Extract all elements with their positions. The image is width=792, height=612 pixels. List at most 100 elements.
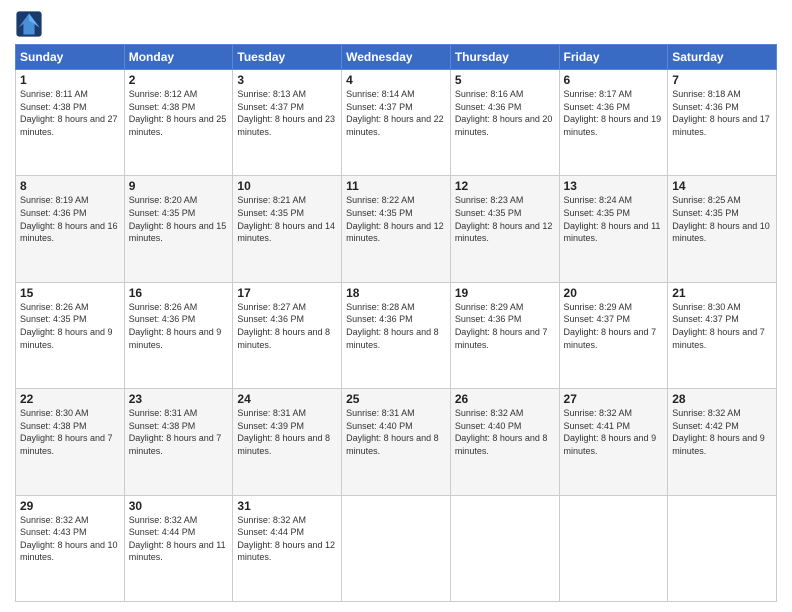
weekday-header-sunday: Sunday: [16, 45, 125, 70]
day-cell-14: 14Sunrise: 8:25 AMSunset: 4:35 PMDayligh…: [668, 176, 777, 282]
day-info: Sunrise: 8:28 AMSunset: 4:36 PMDaylight:…: [346, 302, 439, 350]
calendar: SundayMondayTuesdayWednesdayThursdayFrid…: [15, 44, 777, 602]
empty-cell: [342, 495, 451, 601]
day-info: Sunrise: 8:26 AMSunset: 4:36 PMDaylight:…: [129, 302, 222, 350]
day-cell-26: 26Sunrise: 8:32 AMSunset: 4:40 PMDayligh…: [450, 389, 559, 495]
weekday-header-tuesday: Tuesday: [233, 45, 342, 70]
day-number: 12: [455, 179, 555, 193]
weekday-header-thursday: Thursday: [450, 45, 559, 70]
weekday-header-friday: Friday: [559, 45, 668, 70]
day-info: Sunrise: 8:18 AMSunset: 4:36 PMDaylight:…: [672, 89, 770, 137]
day-cell-22: 22 Sunrise: 8:30 AMSunset: 4:38 PMDayligh…: [16, 389, 125, 495]
day-info: Sunrise: 8:30 AMSunset: 4:37 PMDaylight:…: [672, 302, 765, 350]
day-cell-10: 10 Sunrise: 8:21 AMSunset: 4:35 PMDayligh…: [233, 176, 342, 282]
day-cell-30: 30 Sunrise: 8:32 AMSunset: 4:44 PMDayligh…: [124, 495, 233, 601]
day-info: Sunrise: 8:31 AMSunset: 4:40 PMDaylight:…: [346, 408, 439, 456]
day-info: Sunrise: 8:20 AMSunset: 4:35 PMDaylight:…: [129, 195, 227, 243]
weekday-header-saturday: Saturday: [668, 45, 777, 70]
day-cell-1: 1 Sunrise: 8:11 AMSunset: 4:38 PMDaylight…: [16, 70, 125, 176]
empty-cell: [450, 495, 559, 601]
day-number: 13: [564, 179, 664, 193]
day-info: Sunrise: 8:21 AMSunset: 4:35 PMDaylight:…: [237, 195, 335, 243]
day-number: 19: [455, 286, 555, 300]
day-info: Sunrise: 8:30 AMSunset: 4:38 PMDaylight:…: [20, 408, 113, 456]
day-cell-13: 13 Sunrise: 8:24 AMSunset: 4:35 PMDayligh…: [559, 176, 668, 282]
day-cell-20: 20 Sunrise: 8:29 AMSunset: 4:37 PMDayligh…: [559, 282, 668, 388]
day-info: Sunrise: 8:14 AMSunset: 4:37 PMDaylight:…: [346, 89, 444, 137]
day-number: 23: [129, 392, 229, 406]
day-number: 5: [455, 73, 555, 87]
day-info: Sunrise: 8:31 AMSunset: 4:38 PMDaylight:…: [129, 408, 222, 456]
day-number: 27: [564, 392, 664, 406]
day-cell-25: 25 Sunrise: 8:31 AMSunset: 4:40 PMDayligh…: [342, 389, 451, 495]
day-info: Sunrise: 8:12 AMSunset: 4:38 PMDaylight:…: [129, 89, 227, 137]
day-cell-5: 5 Sunrise: 8:16 AMSunset: 4:36 PMDaylight…: [450, 70, 559, 176]
day-cell-15: 15Sunrise: 8:26 AMSunset: 4:35 PMDayligh…: [16, 282, 125, 388]
day-info: Sunrise: 8:29 AMSunset: 4:37 PMDaylight:…: [564, 302, 657, 350]
day-number: 6: [564, 73, 664, 87]
weekday-header-monday: Monday: [124, 45, 233, 70]
day-number: 14: [672, 179, 772, 193]
day-info: Sunrise: 8:19 AMSunset: 4:36 PMDaylight:…: [20, 195, 118, 243]
day-info: Sunrise: 8:17 AMSunset: 4:36 PMDaylight:…: [564, 89, 662, 137]
day-number: 8: [20, 179, 120, 193]
day-cell-3: 3 Sunrise: 8:13 AMSunset: 4:37 PMDaylight…: [233, 70, 342, 176]
day-number: 30: [129, 499, 229, 513]
day-cell-28: 28Sunrise: 8:32 AMSunset: 4:42 PMDayligh…: [668, 389, 777, 495]
weekday-header-wednesday: Wednesday: [342, 45, 451, 70]
day-info: Sunrise: 8:24 AMSunset: 4:35 PMDaylight:…: [564, 195, 661, 243]
day-cell-12: 12Sunrise: 8:23 AMSunset: 4:35 PMDayligh…: [450, 176, 559, 282]
day-number: 1: [20, 73, 120, 87]
empty-cell: [668, 495, 777, 601]
day-number: 26: [455, 392, 555, 406]
day-info: Sunrise: 8:11 AMSunset: 4:38 PMDaylight:…: [20, 89, 118, 137]
day-info: Sunrise: 8:32 AMSunset: 4:41 PMDaylight:…: [564, 408, 657, 456]
logo-icon: [15, 10, 43, 38]
day-number: 3: [237, 73, 337, 87]
day-info: Sunrise: 8:27 AMSunset: 4:36 PMDaylight:…: [237, 302, 330, 350]
day-info: Sunrise: 8:32 AMSunset: 4:44 PMDaylight:…: [237, 515, 335, 563]
page: SundayMondayTuesdayWednesdayThursdayFrid…: [0, 0, 792, 612]
day-number: 18: [346, 286, 446, 300]
day-number: 31: [237, 499, 337, 513]
day-cell-24: 24Sunrise: 8:31 AMSunset: 4:39 PMDayligh…: [233, 389, 342, 495]
day-info: Sunrise: 8:31 AMSunset: 4:39 PMDaylight:…: [237, 408, 330, 456]
day-cell-19: 19 Sunrise: 8:29 AMSunset: 4:36 PMDayligh…: [450, 282, 559, 388]
day-info: Sunrise: 8:29 AMSunset: 4:36 PMDaylight:…: [455, 302, 548, 350]
day-number: 20: [564, 286, 664, 300]
day-info: Sunrise: 8:13 AMSunset: 4:37 PMDaylight:…: [237, 89, 335, 137]
day-cell-9: 9 Sunrise: 8:20 AMSunset: 4:35 PMDaylight…: [124, 176, 233, 282]
day-cell-17: 17 Sunrise: 8:27 AMSunset: 4:36 PMDayligh…: [233, 282, 342, 388]
day-info: Sunrise: 8:16 AMSunset: 4:36 PMDaylight:…: [455, 89, 553, 137]
day-number: 21: [672, 286, 772, 300]
day-info: Sunrise: 8:22 AMSunset: 4:35 PMDaylight:…: [346, 195, 444, 243]
logo-wrapper: [15, 10, 47, 38]
day-number: 22: [20, 392, 120, 406]
day-number: 9: [129, 179, 229, 193]
day-number: 11: [346, 179, 446, 193]
day-info: Sunrise: 8:26 AMSunset: 4:35 PMDaylight:…: [20, 302, 113, 350]
day-number: 28: [672, 392, 772, 406]
day-cell-23: 23 Sunrise: 8:31 AMSunset: 4:38 PMDayligh…: [124, 389, 233, 495]
day-info: Sunrise: 8:32 AMSunset: 4:44 PMDaylight:…: [129, 515, 226, 563]
day-info: Sunrise: 8:32 AMSunset: 4:43 PMDaylight:…: [20, 515, 118, 563]
day-number: 25: [346, 392, 446, 406]
day-number: 17: [237, 286, 337, 300]
day-number: 7: [672, 73, 772, 87]
day-cell-8: 8 Sunrise: 8:19 AMSunset: 4:36 PMDaylight…: [16, 176, 125, 282]
day-cell-21: 21 Sunrise: 8:30 AMSunset: 4:37 PMDayligh…: [668, 282, 777, 388]
empty-cell: [559, 495, 668, 601]
day-cell-29: 29 Sunrise: 8:32 AMSunset: 4:43 PMDayligh…: [16, 495, 125, 601]
day-cell-16: 16 Sunrise: 8:26 AMSunset: 4:36 PMDayligh…: [124, 282, 233, 388]
day-cell-6: 6 Sunrise: 8:17 AMSunset: 4:36 PMDaylight…: [559, 70, 668, 176]
day-cell-31: 31 Sunrise: 8:32 AMSunset: 4:44 PMDayligh…: [233, 495, 342, 601]
day-cell-27: 27 Sunrise: 8:32 AMSunset: 4:41 PMDayligh…: [559, 389, 668, 495]
day-cell-4: 4Sunrise: 8:14 AMSunset: 4:37 PMDaylight…: [342, 70, 451, 176]
day-cell-2: 2Sunrise: 8:12 AMSunset: 4:38 PMDaylight…: [124, 70, 233, 176]
day-cell-7: 7 Sunrise: 8:18 AMSunset: 4:36 PMDaylight…: [668, 70, 777, 176]
day-number: 29: [20, 499, 120, 513]
header: [15, 10, 777, 38]
day-number: 10: [237, 179, 337, 193]
day-number: 16: [129, 286, 229, 300]
day-cell-11: 11 Sunrise: 8:22 AMSunset: 4:35 PMDayligh…: [342, 176, 451, 282]
